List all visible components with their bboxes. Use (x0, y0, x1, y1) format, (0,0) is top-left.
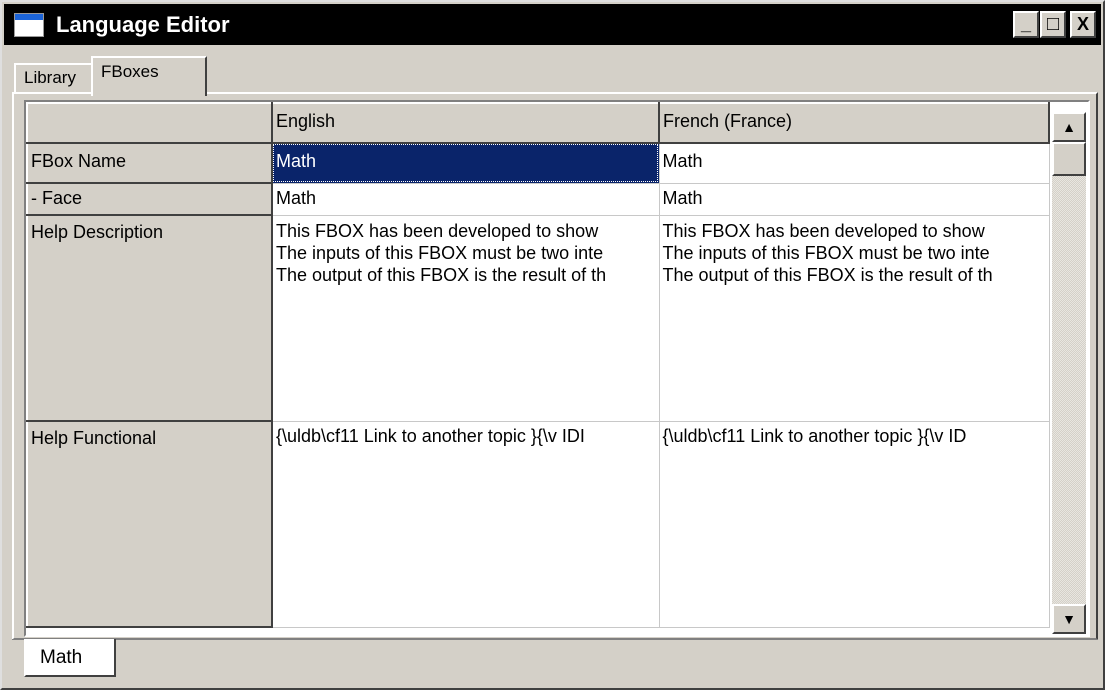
text-line: This FBOX has been developed to show (662, 220, 985, 241)
maximize-button[interactable]: □ (1040, 11, 1066, 38)
column-header-english[interactable]: English (271, 102, 660, 144)
cell-face-french[interactable]: Math (659, 183, 1050, 216)
cell-help-description-english[interactable]: This FBOX has been developed to show The… (272, 215, 660, 422)
row-header-fbox-name[interactable]: FBox Name (26, 142, 273, 184)
row-header-help-functional[interactable]: Help Functional (26, 420, 273, 628)
table-row: Help Description This FBOX has been deve… (26, 214, 1050, 422)
cell-fbox-name-english[interactable]: Math (272, 143, 660, 184)
tab-library[interactable]: Library (14, 63, 94, 93)
row-header-face[interactable]: - Face (26, 182, 273, 216)
column-header-french[interactable]: French (France) (658, 102, 1050, 144)
cell-fbox-name-french[interactable]: Math (659, 143, 1050, 184)
row-header-help-description[interactable]: Help Description (26, 214, 273, 422)
translation-grid: English French (France) FBox Name Math M… (24, 100, 1090, 637)
table-row: FBox Name Math Math (26, 142, 1050, 184)
scroll-up-button[interactable]: ▲ (1052, 112, 1086, 142)
top-tab-strip: Library FBoxes (4, 47, 1101, 96)
grid-table: English French (France) FBox Name Math M… (26, 102, 1050, 628)
text-line: The output of this FBOX is the result of… (276, 264, 607, 285)
grid-corner (26, 102, 273, 144)
scroll-down-button[interactable]: ▼ (1052, 604, 1086, 634)
scroll-thumb[interactable] (1052, 142, 1086, 176)
cell-help-functional-english[interactable]: {\uldb\cf11 Link to another topic }{\v I… (272, 421, 660, 628)
text-line: The output of this FBOX is the result of… (662, 264, 993, 285)
tab-fboxes[interactable]: FBoxes (91, 56, 207, 96)
cell-face-english[interactable]: Math (272, 183, 660, 216)
window-title: Language Editor (56, 12, 230, 37)
close-button[interactable]: X (1070, 11, 1096, 38)
text-line: The inputs of this FBOX must be two inte (276, 242, 604, 263)
cell-help-description-french[interactable]: This FBOX has been developed to show The… (659, 215, 1050, 422)
language-editor-window: Language Editor _ □ X Library FBoxes Eng… (0, 0, 1105, 690)
minimize-button[interactable]: _ (1013, 11, 1039, 38)
grid-header-row: English French (France) (26, 102, 1050, 144)
cell-help-functional-french[interactable]: {\uldb\cf11 Link to another topic }{\v I… (659, 421, 1050, 628)
table-row: - Face Math Math (26, 182, 1050, 216)
title-bar[interactable]: Language Editor _ □ X (4, 4, 1101, 45)
vertical-scrollbar[interactable]: ▲ ▼ (1052, 112, 1086, 634)
window-icon (14, 13, 44, 37)
bottom-tab-strip (12, 639, 1098, 683)
tab-math[interactable]: Math (24, 639, 116, 677)
table-row: Help Functional {\uldb\cf11 Link to anot… (26, 420, 1050, 628)
text-line: The inputs of this FBOX must be two inte (662, 242, 990, 263)
text-line: This FBOX has been developed to show (276, 220, 599, 241)
